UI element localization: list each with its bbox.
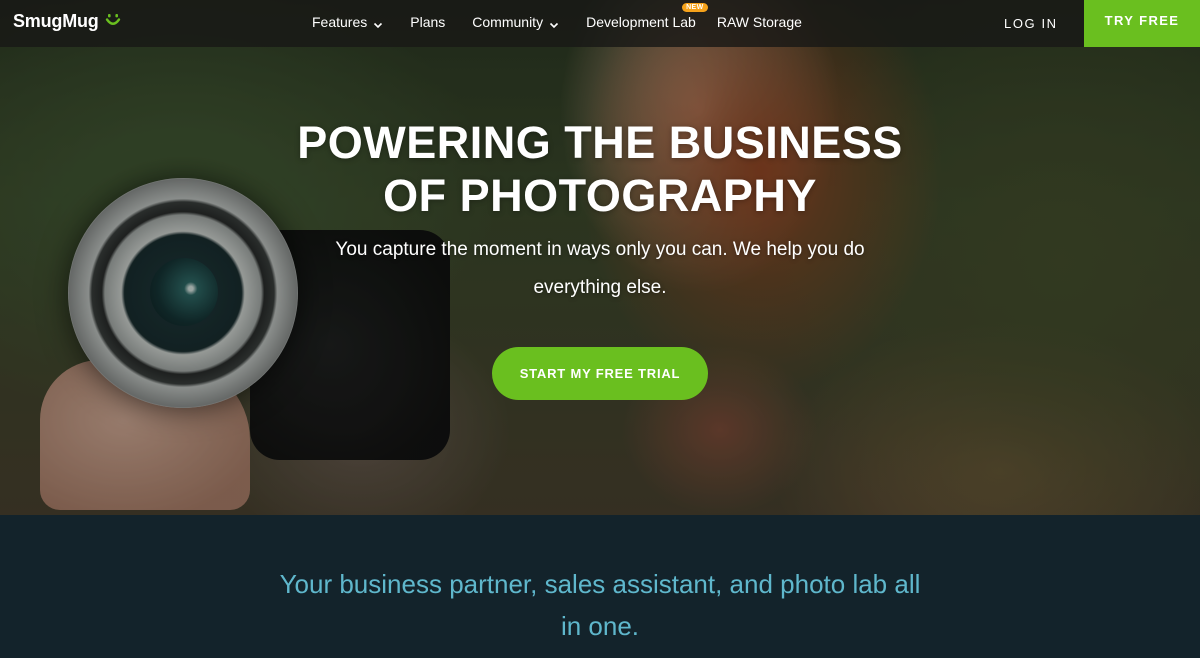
nav-item-label: RAW Storage <box>716 14 802 30</box>
nav-links: Features Plans Community Development Lab… <box>312 3 829 30</box>
chevron-down-icon <box>549 17 559 29</box>
intro-tagline: Your business partner, sales assistant, … <box>279 569 921 641</box>
logo-text: SmugMug <box>13 11 99 31</box>
top-nav: SmugMug Features Plans Community Develop… <box>0 0 1200 47</box>
new-badge: NEW <box>682 3 708 12</box>
nav-item-features[interactable]: Features <box>312 14 383 30</box>
nav-item-label: Development Lab <box>586 14 696 30</box>
intro-section: Your business partner, sales assistant, … <box>0 515 1200 658</box>
chevron-down-icon <box>373 17 383 29</box>
smile-logo-icon <box>105 13 121 29</box>
hero-headline-line1: POWERING THE BUSINESS <box>297 117 903 168</box>
nav-item-label: Features <box>312 14 368 30</box>
login-link[interactable]: LOG IN <box>1004 16 1058 31</box>
hero-subhead: You capture the moment in ways only you … <box>335 239 865 298</box>
nav-item-raw-storage[interactable]: RAW Storage <box>717 14 802 30</box>
hero-section: POWERING THE BUSINESS OF PHOTOGRAPHY You… <box>0 0 1200 515</box>
try-free-button[interactable]: TRY FREE <box>1084 0 1200 47</box>
hero-headline: POWERING THE BUSINESS OF PHOTOGRAPHY <box>0 116 1200 222</box>
nav-item-community[interactable]: Community <box>472 14 559 30</box>
smugmug-logo[interactable]: SmugMug <box>13 11 121 32</box>
nav-item-label: Plans <box>410 14 446 30</box>
start-free-trial-button[interactable]: START MY FREE TRIAL <box>492 347 708 400</box>
hero-headline-line2: OF PHOTOGRAPHY <box>383 170 817 221</box>
nav-item-label: Community <box>472 14 544 30</box>
nav-item-development-lab[interactable]: Development Lab NEW <box>586 3 708 30</box>
nav-item-plans[interactable]: Plans <box>410 14 445 30</box>
